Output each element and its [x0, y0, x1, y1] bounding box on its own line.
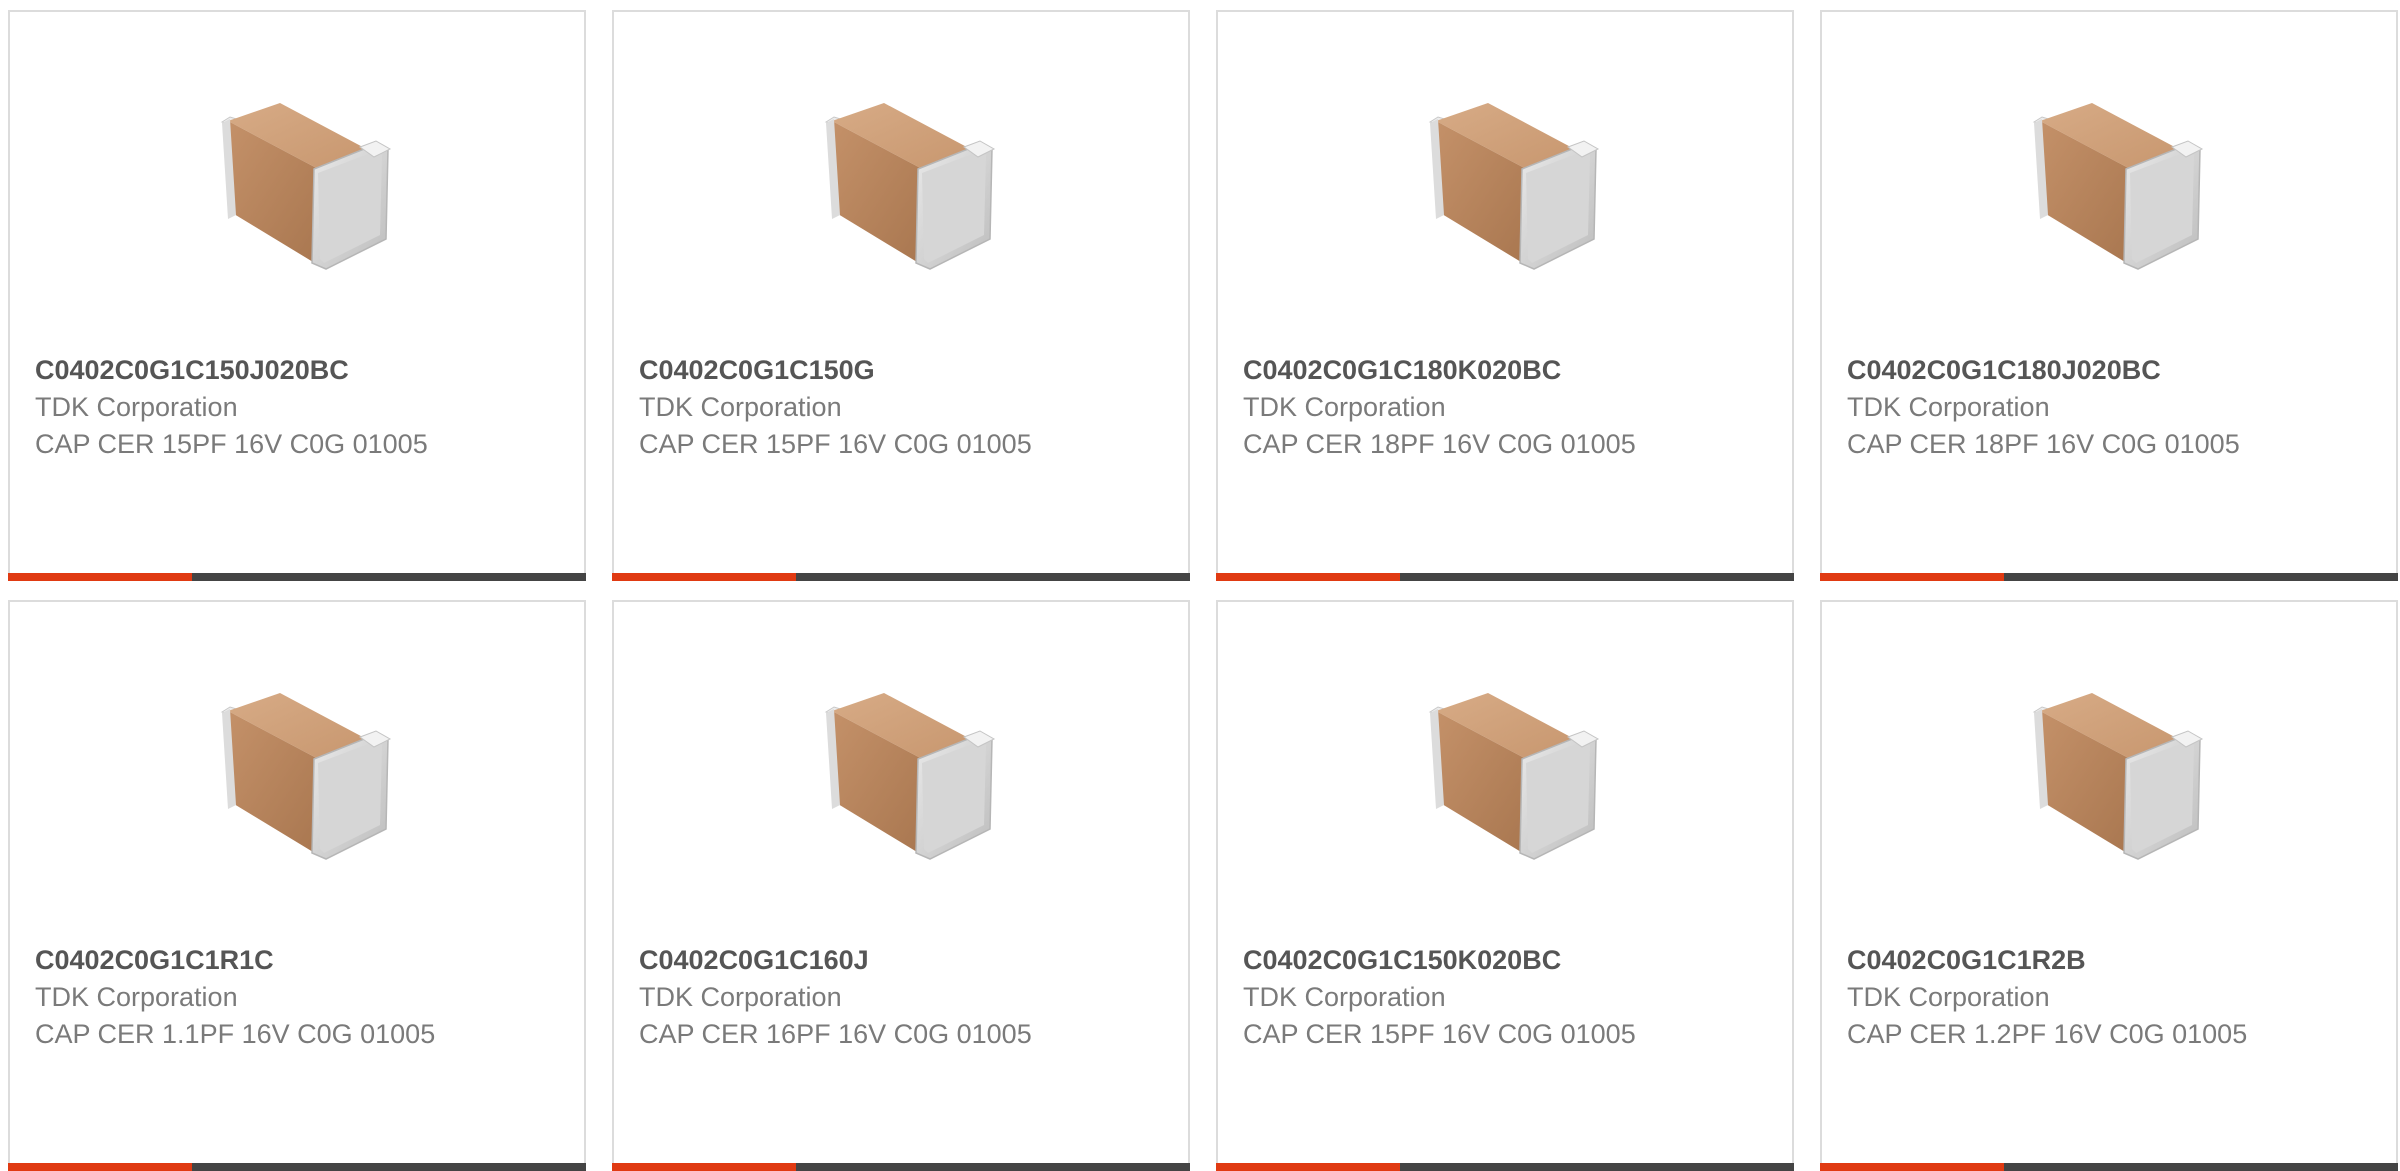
part-number[interactable]: C0402C0G1C1R1C [35, 945, 274, 976]
manufacturer: TDK Corporation [1847, 982, 2050, 1012]
manufacturer: TDK Corporation [35, 392, 238, 422]
product-card[interactable]: C0402C0G1C180K020BC TDK Corporation CAP … [1216, 10, 1794, 581]
product-description: CAP CER 18PF 16V C0G 01005 [1243, 429, 1636, 459]
card-accent-bar [8, 573, 586, 581]
manufacturer: TDK Corporation [639, 982, 842, 1012]
part-number[interactable]: C0402C0G1C150G [639, 355, 875, 386]
card-accent-segment [612, 573, 796, 581]
capacitor-chip-image[interactable] [200, 87, 410, 292]
product-card[interactable]: C0402C0G1C1R1C TDK Corporation CAP CER 1… [8, 600, 586, 1171]
product-description: CAP CER 15PF 16V C0G 01005 [1243, 1019, 1636, 1049]
capacitor-chip-image[interactable] [804, 87, 1014, 292]
product-description: CAP CER 15PF 16V C0G 01005 [35, 429, 428, 459]
card-accent-segment [1820, 573, 2004, 581]
card-accent-bar [612, 573, 1190, 581]
product-card[interactable]: C0402C0G1C160J TDK Corporation CAP CER 1… [612, 600, 1190, 1171]
part-number[interactable]: C0402C0G1C1R2B [1847, 945, 2086, 976]
product-card[interactable]: C0402C0G1C1R2B TDK Corporation CAP CER 1… [1820, 600, 2398, 1171]
card-accent-bar [612, 1163, 1190, 1171]
capacitor-chip-image[interactable] [200, 677, 410, 882]
product-card[interactable]: C0402C0G1C150J020BC TDK Corporation CAP … [8, 10, 586, 581]
capacitor-chip-image[interactable] [1408, 677, 1618, 882]
capacitor-chip-image[interactable] [1408, 87, 1618, 292]
card-accent-segment [1216, 1163, 1400, 1171]
card-accent-bar [1820, 1163, 2398, 1171]
product-card[interactable]: C0402C0G1C150G TDK Corporation CAP CER 1… [612, 10, 1190, 581]
manufacturer: TDK Corporation [639, 392, 842, 422]
product-grid: C0402C0G1C150J020BC TDK Corporation CAP … [0, 0, 2400, 1171]
part-number[interactable]: C0402C0G1C150K020BC [1243, 945, 1561, 976]
product-description: CAP CER 15PF 16V C0G 01005 [639, 429, 1032, 459]
card-accent-segment [612, 1163, 796, 1171]
card-accent-bar [8, 1163, 586, 1171]
product-description: CAP CER 1.2PF 16V C0G 01005 [1847, 1019, 2248, 1049]
manufacturer: TDK Corporation [1847, 392, 2050, 422]
manufacturer: TDK Corporation [1243, 982, 1446, 1012]
capacitor-chip-image[interactable] [2012, 677, 2222, 882]
product-description: CAP CER 16PF 16V C0G 01005 [639, 1019, 1032, 1049]
product-description: CAP CER 1.1PF 16V C0G 01005 [35, 1019, 436, 1049]
card-accent-bar [1216, 573, 1794, 581]
card-accent-segment [1820, 1163, 2004, 1171]
card-accent-bar [1216, 1163, 1794, 1171]
manufacturer: TDK Corporation [1243, 392, 1446, 422]
part-number[interactable]: C0402C0G1C180K020BC [1243, 355, 1561, 386]
product-description: CAP CER 18PF 16V C0G 01005 [1847, 429, 2240, 459]
card-accent-segment [8, 1163, 192, 1171]
capacitor-chip-image[interactable] [804, 677, 1014, 882]
part-number[interactable]: C0402C0G1C180J020BC [1847, 355, 2161, 386]
part-number[interactable]: C0402C0G1C150J020BC [35, 355, 349, 386]
capacitor-chip-image[interactable] [2012, 87, 2222, 292]
product-card[interactable]: C0402C0G1C150K020BC TDK Corporation CAP … [1216, 600, 1794, 1171]
card-accent-segment [1216, 573, 1400, 581]
part-number[interactable]: C0402C0G1C160J [639, 945, 869, 976]
card-accent-bar [1820, 573, 2398, 581]
card-accent-segment [8, 573, 192, 581]
product-card[interactable]: C0402C0G1C180J020BC TDK Corporation CAP … [1820, 10, 2398, 581]
manufacturer: TDK Corporation [35, 982, 238, 1012]
